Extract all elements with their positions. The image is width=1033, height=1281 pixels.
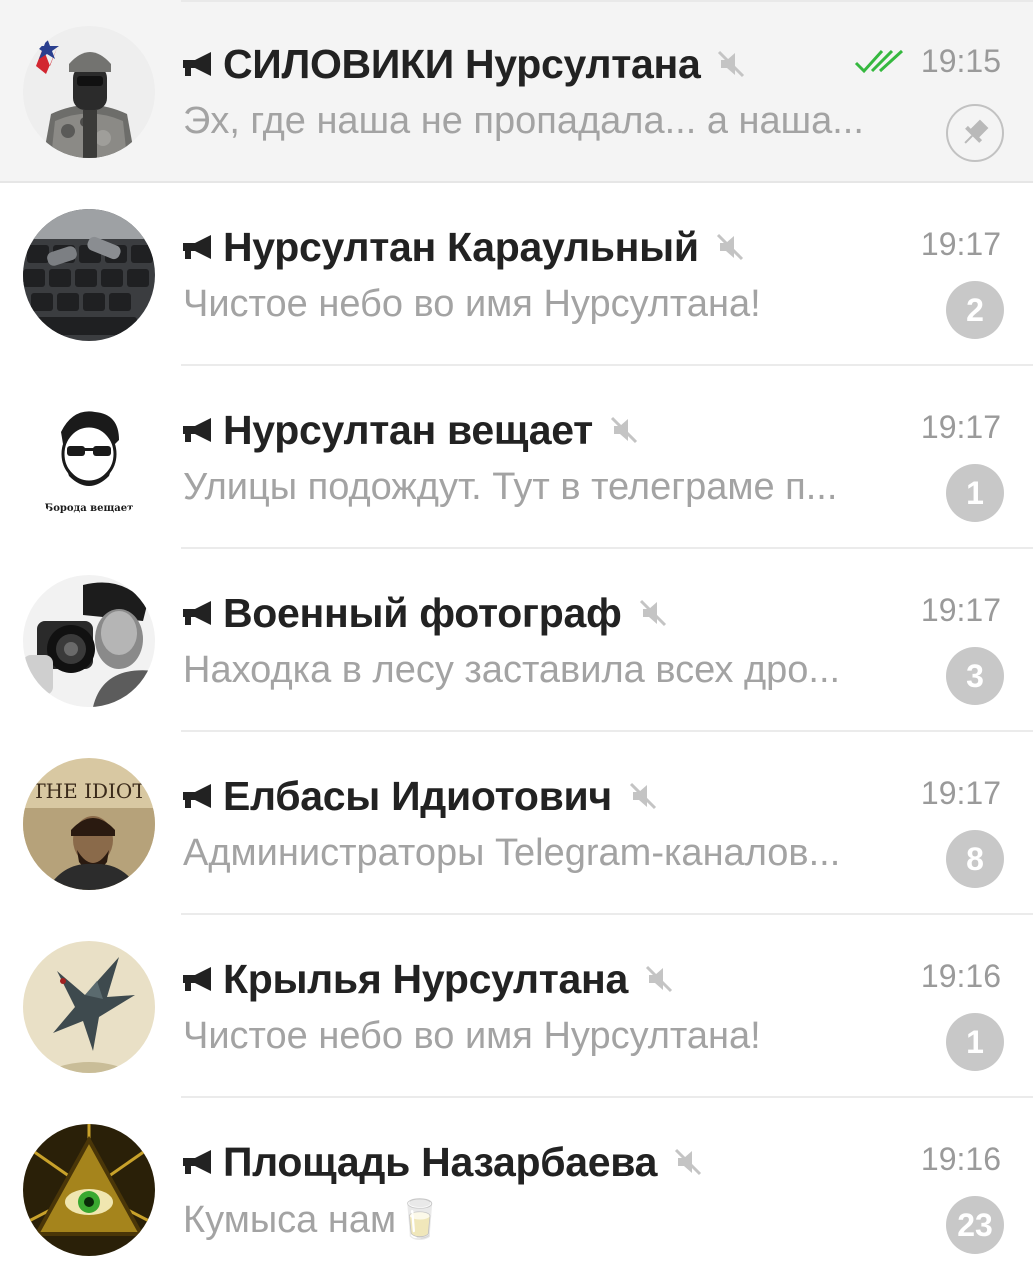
muted-icon bbox=[714, 47, 748, 81]
idiot-book-avatar[interactable]: THE IDIOT bbox=[23, 758, 155, 890]
avatar-text: Борода вещает bbox=[45, 503, 134, 514]
message-time: 19:16 bbox=[920, 958, 1001, 994]
message-time: 19:17 bbox=[920, 226, 1001, 262]
chat-title: Елбасы Идиотович bbox=[223, 772, 612, 819]
megaphone-icon bbox=[181, 599, 217, 627]
chat-title: Площадь Назарбаева bbox=[223, 1138, 658, 1185]
keyboard-cartridges-avatar[interactable] bbox=[23, 209, 155, 341]
message-time: 19:17 bbox=[920, 409, 1001, 445]
message-time: 19:16 bbox=[920, 1141, 1001, 1177]
avatar-text: THE IDIOT bbox=[32, 779, 146, 803]
muted-icon bbox=[607, 413, 641, 447]
muted-icon bbox=[671, 1145, 705, 1179]
message-time: 19:17 bbox=[920, 592, 1001, 628]
message-preview: Чистое небо во имя Нурсултана! bbox=[183, 283, 761, 325]
muted-icon bbox=[636, 596, 670, 630]
chat-row[interactable]: THE IDIOT Елбасы Идиотович 19:17 Админис… bbox=[0, 732, 1033, 915]
chat-row[interactable]: Военный фотограф 19:17 Находка в лесу за… bbox=[0, 549, 1033, 732]
chat-row[interactable]: Крылья Нурсултана 19:16 Чистое небо во и… bbox=[0, 915, 1033, 1098]
unread-badge: 3 bbox=[946, 647, 1004, 705]
chat-title: Нурсултан вещает bbox=[223, 406, 593, 453]
unread-badge: 2 bbox=[946, 281, 1004, 339]
chat-title: Крылья Нурсултана bbox=[223, 955, 629, 1002]
top-divider bbox=[181, 0, 1033, 2]
chat-list: СИЛОВИКИ Нурсултана 19:15 Эх, где наша н… bbox=[0, 0, 1033, 1281]
chat-title: Нурсултан Караульный bbox=[223, 223, 699, 270]
megaphone-icon bbox=[181, 1148, 217, 1176]
bearded-man-avatar[interactable]: Борода вещает bbox=[23, 392, 155, 524]
muted-icon bbox=[626, 779, 660, 813]
message-time: 19:17 bbox=[920, 775, 1001, 811]
chat-row[interactable]: Нурсултан Караульный 19:17 Чистое небо в… bbox=[0, 183, 1033, 366]
megaphone-icon bbox=[181, 416, 217, 444]
message-time: 19:15 bbox=[920, 43, 1001, 79]
photographer-avatar[interactable] bbox=[23, 575, 155, 707]
message-preview: Кумыса нам🥛 bbox=[183, 1199, 444, 1241]
muted-icon bbox=[713, 230, 747, 264]
eye-pyramid-avatar[interactable] bbox=[23, 1124, 155, 1256]
message-preview: Чистое небо во имя Нурсултана! bbox=[183, 1015, 761, 1057]
pin-icon[interactable] bbox=[946, 104, 1004, 162]
message-preview: Эх, где наша не пропадала... а наша... bbox=[183, 100, 864, 142]
double-check-icon bbox=[854, 47, 906, 77]
message-preview: Улицы подождут. Тут в телеграме п... bbox=[183, 466, 838, 508]
chat-title: СИЛОВИКИ Нурсултана bbox=[223, 40, 701, 87]
dragon-avatar[interactable] bbox=[23, 941, 155, 1073]
chat-title: Военный фотограф bbox=[223, 589, 622, 636]
megaphone-icon bbox=[181, 50, 217, 78]
megaphone-icon bbox=[181, 782, 217, 810]
megaphone-icon bbox=[181, 233, 217, 261]
unread-badge: 1 bbox=[946, 1013, 1004, 1071]
megaphone-icon bbox=[181, 965, 217, 993]
muted-icon bbox=[642, 962, 676, 996]
message-preview: Находка в лесу заставила всех дро... bbox=[183, 649, 841, 691]
unread-badge: 23 bbox=[946, 1196, 1004, 1254]
chat-row[interactable]: Площадь Назарбаева 19:16 Кумыса нам🥛 23 bbox=[0, 1098, 1033, 1281]
message-preview: Администраторы Telegram-каналов... bbox=[183, 832, 841, 874]
soldier-avatar[interactable] bbox=[23, 26, 155, 158]
unread-badge: 1 bbox=[946, 464, 1004, 522]
chat-row[interactable]: Борода вещает Нурсултан вещает 19:17 Ули… bbox=[0, 366, 1033, 549]
unread-badge: 8 bbox=[946, 830, 1004, 888]
chat-row[interactable]: СИЛОВИКИ Нурсултана 19:15 Эх, где наша н… bbox=[0, 0, 1033, 183]
